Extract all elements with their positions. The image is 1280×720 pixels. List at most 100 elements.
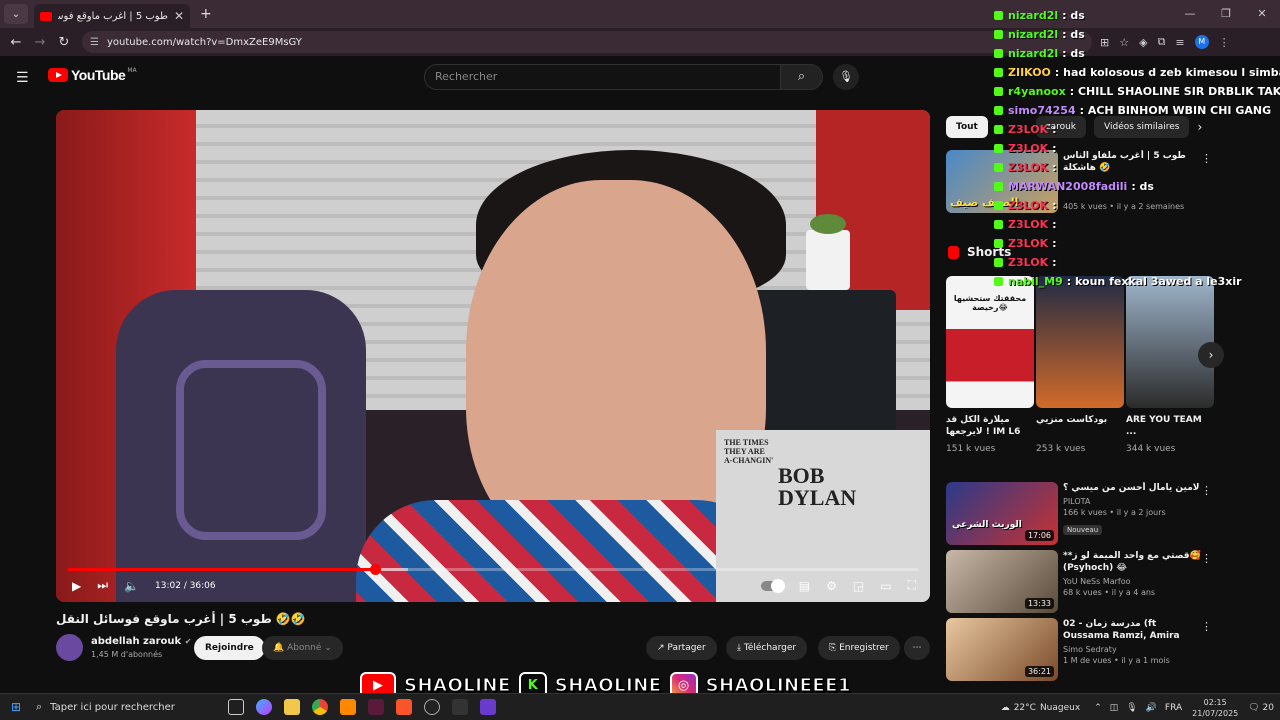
channel-name[interactable]: PILOTA	[1063, 497, 1203, 506]
voice-search-button[interactable]: 🎙	[833, 64, 859, 90]
volume-icon[interactable]: 🔈	[124, 579, 139, 593]
short-thumbnail[interactable]	[1036, 276, 1124, 408]
tab-search-button[interactable]: ⌄	[4, 4, 28, 24]
obs-icon[interactable]	[424, 699, 440, 715]
related-video[interactable]: الوريث الشرعي 17:06 لامين يامال أحسن من …	[946, 482, 1226, 546]
chrome-icon[interactable]	[312, 699, 328, 715]
url-field[interactable]: ☰ youtube.com/watch?v=DmxZeE9MsGY	[82, 31, 1092, 53]
scene-poster: THE TIMES THEY ARE A-CHANGIN' BOB DYLAN	[716, 430, 930, 602]
video-thumbnail[interactable]: 36:21	[946, 618, 1058, 681]
video-frame: THE TIMES THEY ARE A-CHANGIN' BOB DYLAN	[56, 110, 930, 602]
settings-gear-icon[interactable]: ⚙	[826, 579, 837, 593]
taskbar-search[interactable]: ⌕ Taper ici pour rechercher	[36, 700, 220, 714]
kick-badge-icon	[994, 163, 1003, 172]
app-icon[interactable]	[480, 699, 496, 715]
autoplay-toggle[interactable]	[760, 578, 785, 593]
mic-icon[interactable]: 🎙	[1126, 703, 1137, 713]
more-dots-icon[interactable]: ⋮	[1201, 552, 1212, 565]
miniplayer-icon[interactable]: ◲	[853, 579, 864, 593]
channel-name[interactable]: YoU NeSs Marfoo	[1063, 577, 1203, 586]
channel-avatar[interactable]	[56, 634, 83, 661]
video-title[interactable]: **قصتي مع واحد الميمة لو ز🥰 (Psyhoch) 😂	[1063, 550, 1203, 574]
progress-bar[interactable]	[68, 564, 918, 575]
subtitles-icon[interactable]: ▤	[799, 579, 810, 593]
short-title[interactable]: ARE YOU TEAM ...	[1126, 414, 1214, 440]
short-thumbnail[interactable]	[1126, 276, 1214, 408]
short-item[interactable]: محققتك ستحشيها رخيصة😂 ميلارة الكل قد لاي…	[946, 276, 1034, 454]
network-icon[interactable]: ◫	[1110, 703, 1119, 713]
more-dots-icon[interactable]: ⋮	[1201, 484, 1212, 497]
language[interactable]: FRA	[1165, 703, 1182, 713]
download-button[interactable]: ⤓ Télécharger	[726, 636, 808, 660]
short-views: 151 k vues	[946, 444, 996, 454]
chat-username: nizard2l	[1008, 9, 1059, 22]
new-tab-button[interactable]: +	[200, 6, 212, 22]
vlc-icon[interactable]	[340, 699, 356, 715]
chat-username: Z3LOK	[1008, 218, 1049, 231]
copilot-icon[interactable]	[256, 699, 272, 715]
more-dots-icon[interactable]: ⋮	[1201, 620, 1212, 633]
clock[interactable]: 02:15 21/07/2025	[1192, 697, 1238, 719]
more-actions-button[interactable]: ⋯	[904, 636, 930, 660]
site-info-icon[interactable]: ☰	[90, 37, 99, 48]
join-button[interactable]: Rejoindre	[194, 636, 265, 660]
weather-widget[interactable]: ☁ 22°C Nuageux	[1001, 703, 1080, 713]
kick-badge-icon	[994, 258, 1003, 267]
youtube-play-icon	[48, 68, 68, 82]
chat-message: Z3LOK:	[994, 253, 1280, 272]
search-button[interactable]: ⌕	[781, 64, 823, 90]
video-thumbnail[interactable]: 13:33	[946, 550, 1058, 613]
shorts-next-button[interactable]: ›	[1198, 342, 1224, 368]
notification-icon[interactable]: 🗨 20	[1248, 703, 1274, 713]
short-title[interactable]: بودكاست منزيي	[1036, 414, 1124, 440]
progress-scrubber[interactable]	[369, 564, 381, 575]
file-explorer-icon[interactable]	[284, 699, 300, 715]
speaker-icon[interactable]: 🔊	[1146, 703, 1157, 713]
forward-arrow-icon[interactable]: →	[28, 35, 52, 50]
browser-tab[interactable]: طوب 5 | أغرب ماوقع فوسائل النقل ✕	[34, 4, 190, 28]
play-icon[interactable]: ▶	[72, 579, 81, 593]
chat-text: :	[1052, 142, 1057, 155]
video-player[interactable]: THE TIMES THEY ARE A-CHANGIN' BOB DYLAN …	[56, 110, 930, 602]
short-item[interactable]: بودكاست منزيي 253 k vues	[1036, 276, 1124, 454]
chat-text: : ds	[1131, 180, 1154, 193]
short-item[interactable]: ARE YOU TEAM ... 344 k vues	[1126, 276, 1214, 454]
youtube-logo[interactable]: YouTube MA	[48, 67, 137, 83]
subscribed-button[interactable]: 🔔 Abonné ⌄	[262, 636, 343, 660]
brave-icon[interactable]	[396, 699, 412, 715]
video-title[interactable]: 02 - مدرسة زمان (ft Oussama Ramzi, Amira…	[1063, 618, 1203, 642]
chat-text: : had kolosous d zeb kimesou l simba	[1054, 66, 1280, 79]
video-meta: لامين يامال أحسن من ميسي ؟ PILOTA 166 k …	[1063, 482, 1203, 536]
related-video[interactable]: 36:21 02 - مدرسة زمان (ft Oussama Ramzi,…	[946, 618, 1226, 682]
theater-mode-icon[interactable]: ▭	[880, 579, 891, 593]
close-icon[interactable]: ✕	[174, 9, 184, 23]
chat-text: : CHILL SHAOLINE SIR DRBLIK TAKFITAAA	[1069, 85, 1280, 98]
tab-title: طوب 5 | أغرب ماوقع فوسائل النقل	[58, 10, 168, 22]
short-thumbnail[interactable]: محققتك ستحشيها رخيصة😂	[946, 276, 1034, 408]
search-input[interactable]: Rechercher	[424, 64, 781, 90]
app-icon[interactable]	[368, 699, 384, 715]
player-controls-left: ▶ ⏭ 🔈 13:02 / 36:06	[72, 578, 216, 593]
poster-line-1: THE TIMES	[724, 438, 769, 447]
video-thumbnail[interactable]: الوريث الشرعي 17:06	[946, 482, 1058, 545]
channel-name[interactable]: abdellah zarouk	[91, 636, 181, 647]
share-button[interactable]: ↗ Partager	[646, 636, 717, 660]
chevron-up-icon[interactable]: ⌃	[1094, 703, 1102, 713]
task-view-icon[interactable]	[228, 699, 244, 715]
kick-badge-icon	[994, 68, 1003, 77]
related-video[interactable]: 13:33 **قصتي مع واحد الميمة لو ز🥰 (Psyho…	[946, 550, 1226, 614]
back-arrow-icon[interactable]: ←	[4, 35, 28, 50]
windows-start-icon[interactable]: ⊞	[4, 700, 28, 714]
bookmark-icon: ⎘	[829, 643, 837, 653]
short-title[interactable]: ميلارة الكل قد لايرجعها ! IM L6	[946, 414, 1034, 440]
video-title[interactable]: لامين يامال أحسن من ميسي ؟	[1063, 482, 1203, 494]
chip-all[interactable]: Tout	[946, 116, 988, 138]
chat-text: :	[1052, 199, 1057, 212]
reload-icon[interactable]: ↻	[52, 35, 76, 50]
hamburger-menu-icon[interactable]: ☰	[16, 70, 29, 86]
fullscreen-icon[interactable]: ⛶	[908, 578, 916, 593]
app-icon[interactable]	[452, 699, 468, 715]
save-button[interactable]: ⎘ Enregistrer	[818, 636, 900, 660]
next-icon[interactable]: ⏭	[97, 578, 108, 593]
channel-name[interactable]: Simo Sedraty	[1063, 645, 1203, 654]
